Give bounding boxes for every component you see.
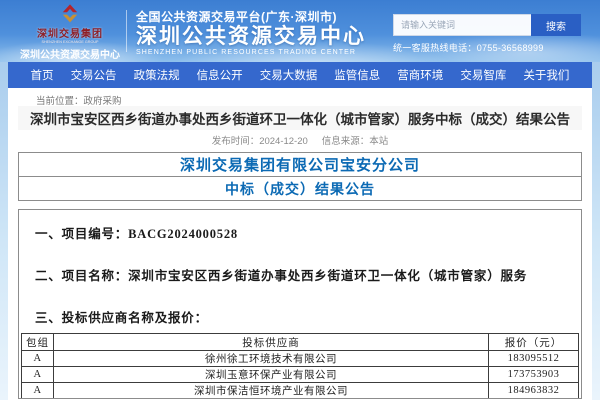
cell-supplier: 深圳玉意环保产业有限公司 (54, 367, 489, 383)
bidders-section-label: 三、投标供应商名称及报价： (19, 310, 581, 326)
site-logo[interactable]: 深圳交易集团 SHENZHEN EXCHANGE GROUP 深圳公共资源交易中… (20, 3, 120, 67)
table-row: A 深圳玉意环保产业有限公司 173753903 (22, 367, 579, 383)
logo-group-name: 深圳交易集团 (37, 25, 103, 40)
cell-package: A (22, 367, 54, 383)
article-title-bar: 深圳市宝安区西乡街道办事处西乡街道环卫一体化（城市管家）服务中标（成交）结果公告 (18, 106, 582, 130)
content-panel: 当前位置：政府采购 深圳市宝安区西乡街道办事处西乡街道环卫一体化（城市管家）服务… (8, 88, 592, 400)
org-heading-box: 深圳交易集团有限公司宝安分公司 (18, 152, 582, 177)
bid-table-header-row: 包组 投标供应商 报价（元） (22, 334, 579, 351)
cell-price: 183095512 (489, 351, 579, 367)
nav-item-policies[interactable]: 政策法规 (134, 67, 180, 83)
article-title: 深圳市宝安区西乡街道办事处西乡街道环卫一体化（城市管家）服务中标（成交）结果公告 (30, 108, 570, 128)
table-row: A 深圳市保洁恒环境产业有限公司 184963832 (22, 383, 579, 399)
page: 深圳交易集团 SHENZHEN EXCHANGE GROUP 深圳公共资源交易中… (0, 0, 600, 400)
nav-item-home[interactable]: 首页 (31, 67, 54, 83)
cell-price: 173753903 (489, 367, 579, 383)
logo-center-name: 深圳公共资源交易中心 (20, 46, 120, 61)
cell-price: 184963832 (489, 383, 579, 399)
breadcrumb: 当前位置：政府采购 (8, 88, 592, 106)
breadcrumb-label: 当前位置： (36, 96, 84, 107)
site-title-en: SHENZHEN PUBLIC RESOURCES TRADING CENTER (136, 49, 366, 57)
nav-item-business-env[interactable]: 营商环境 (397, 67, 443, 83)
nav-item-info-disclosure[interactable]: 信息公开 (197, 67, 243, 83)
table-row: A 徐州徐工环境技术有限公司 183095512 (22, 351, 579, 367)
announcement-body: 一、项目编号：BACG2024000528 二、项目名称：深圳市宝安区西乡街道办… (18, 209, 582, 399)
site-titles: 全国公共资源交易平台(广东·深圳市) 深圳公共资源交易中心 SHENZHEN P… (136, 8, 366, 57)
nav-item-big-data[interactable]: 交易大数据 (260, 67, 318, 83)
info-source: 信息来源：本站 (322, 133, 389, 147)
header-divider (126, 10, 127, 52)
cell-supplier: 徐州徐工环境技术有限公司 (54, 351, 489, 367)
cell-package: A (22, 351, 54, 367)
project-name-line: 二、项目名称：深圳市宝安区西乡街道办事处西乡街道环卫一体化（城市管家）服务 (19, 268, 581, 284)
nav-item-think-tank[interactable]: 交易智库 (460, 67, 506, 83)
article-meta: 发布时间：2024-12-20 信息来源：本站 (8, 130, 592, 150)
platform-name: 全国公共资源交易平台(广东·深圳市) (136, 8, 366, 25)
nav-item-about-us[interactable]: 关于我们 (523, 67, 569, 83)
header-banner: 深圳交易集团 SHENZHEN EXCHANGE GROUP 深圳公共资源交易中… (0, 0, 600, 62)
col-header-price: 报价（元） (489, 334, 579, 351)
logo-group-name-en: SHENZHEN EXCHANGE GROUP (41, 41, 98, 44)
project-number-line: 一、项目编号：BACG2024000528 (19, 226, 581, 242)
search-input[interactable] (393, 14, 531, 36)
table-row-partial (22, 399, 579, 400)
publish-time: 发布时间：2024-12-20 (212, 133, 308, 147)
nav-item-trade-announcements[interactable]: 交易公告 (71, 67, 117, 83)
bid-table: 包组 投标供应商 报价（元） A 徐州徐工环境技术有限公司 183095512 … (21, 333, 579, 399)
exchange-group-logo-icon (58, 3, 82, 25)
search-bar: 搜索 (393, 14, 581, 36)
site-title: 深圳公共资源交易中心 (136, 25, 366, 49)
cell-package: A (22, 383, 54, 399)
hotline-text: 统一客服热线电话：0755-36568999 (393, 41, 544, 54)
col-header-supplier: 投标供应商 (54, 334, 489, 351)
search-button[interactable]: 搜索 (531, 14, 581, 36)
org-heading: 深圳交易集团有限公司宝安分公司 (180, 154, 420, 175)
main-nav: 首页 交易公告 政策法规 信息公开 交易大数据 监管信息 营商环境 交易智库 关… (8, 62, 592, 88)
nav-item-supervision[interactable]: 监管信息 (334, 67, 380, 83)
result-heading-box: 中标（成交）结果公告 (18, 176, 582, 201)
result-heading: 中标（成交）结果公告 (225, 179, 375, 199)
breadcrumb-link-gov-procurement[interactable]: 政府采购 (84, 96, 122, 107)
col-header-package: 包组 (22, 334, 54, 351)
cell-supplier: 深圳市保洁恒环境产业有限公司 (54, 383, 489, 399)
